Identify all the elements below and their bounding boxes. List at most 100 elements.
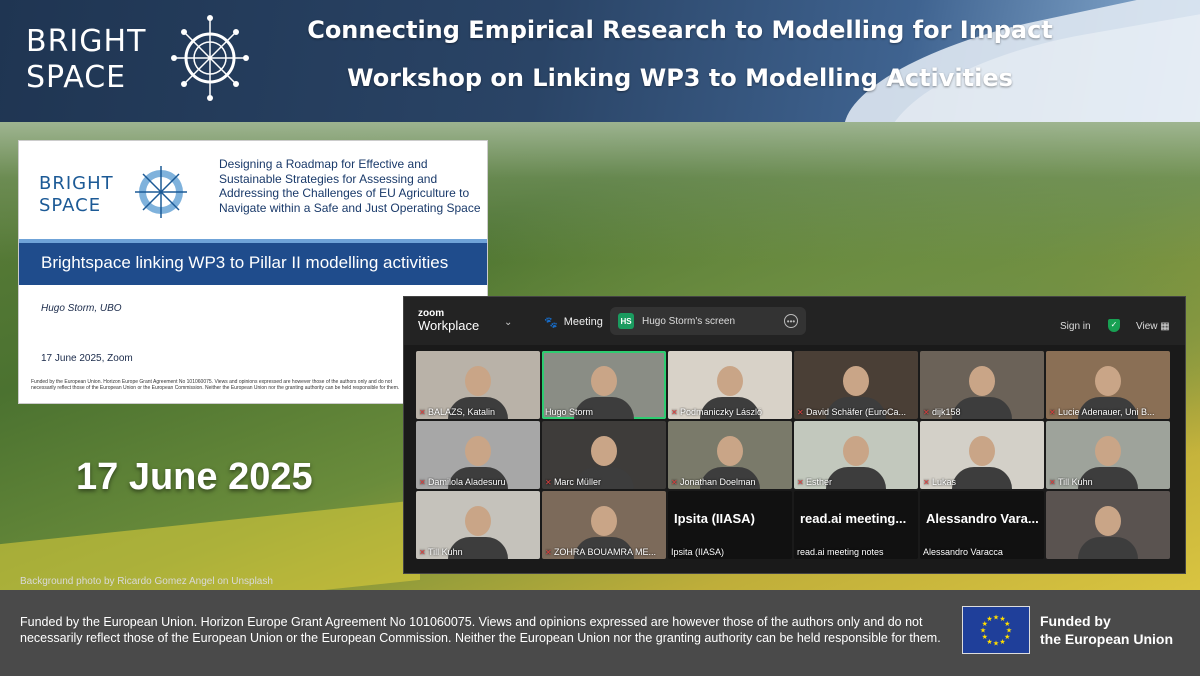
participant-tile[interactable]: Marc Müller: [542, 421, 666, 489]
participant-video: [843, 435, 869, 466]
brightspace-logo: BRIGHT SPACE: [26, 24, 146, 96]
participant-video: [1095, 505, 1121, 536]
participant-name: Hugo Storm: [545, 407, 594, 417]
compass-logo-icon: [171, 15, 249, 101]
view-button-label: View: [1136, 321, 1158, 332]
header-banner: BRIGHT SPACE Connecting Empirical Resear…: [0, 0, 1200, 122]
participant-video: [969, 365, 995, 396]
slide-logo: BRIGHT SPACE: [39, 173, 114, 217]
participant-tile[interactable]: Till Kuhn: [416, 491, 540, 559]
slide-logo-line2: SPACE: [39, 195, 102, 216]
chevron-down-icon[interactable]: ⌄: [504, 317, 512, 328]
eu-stars-icon: ★ ★★★★★★★★★★★: [980, 614, 1012, 648]
participant-video: [465, 505, 491, 536]
sign-in-link[interactable]: Sign in: [1060, 321, 1091, 332]
shared-screen-label: Hugo Storm's screen: [642, 315, 736, 327]
paw-icon: 🐾: [544, 316, 558, 329]
eu-star-icon: ★: [999, 638, 1005, 646]
participant-tile[interactable]: Alessandro Vara... Alessandro Varacca: [920, 491, 1044, 559]
participant-tile[interactable]: read.ai meeting... read.ai meeting notes: [794, 491, 918, 559]
slide-title-band: Brightspace linking WP3 to Pillar II mod…: [19, 239, 487, 285]
participant-display-name: Alessandro Vara...: [926, 511, 1039, 526]
eu-badge-label: Funded by the European Union: [1040, 612, 1173, 648]
view-button[interactable]: View ▦: [1136, 321, 1170, 332]
more-options-icon[interactable]: •••: [784, 314, 798, 328]
participant-display-name: read.ai meeting...: [800, 511, 907, 526]
zoom-brand: zoom Workplace: [418, 308, 479, 332]
participant-grid: BALAZS, Katalin Hugo Storm Podmaniczky Lás…: [416, 351, 1174, 559]
participant-tile[interactable]: Ipsita (IIASA) Ipsita (IIASA): [668, 491, 792, 559]
participant-name: Ipsita (IIASA): [671, 547, 725, 557]
participant-tile[interactable]: BALAZS, Katalin: [416, 351, 540, 419]
participant-video: [465, 365, 491, 396]
meeting-tab[interactable]: 🐾 Meeting: [538, 311, 609, 333]
participant-tile[interactable]: Damilola Aladesuru: [416, 421, 540, 489]
participant-video: [717, 435, 743, 466]
compass-logo-icon: [135, 166, 187, 218]
photo-credit: Background photo by Ricardo Gomez Angel …: [20, 576, 273, 587]
eu-funding-badge: ★ ★ ★ ★ ★ ★ ★ ★ ★ ★ ★ ★ Funded by the European Unio…: [962, 606, 1184, 654]
participant-video: [843, 365, 869, 396]
participant-video: [591, 505, 617, 536]
participant-video: [591, 365, 617, 396]
banner-title: Connecting Empirical Research to Modelli…: [307, 16, 1053, 44]
participant-name: Jonathan Doelman: [671, 477, 789, 487]
screen-badge: HS: [618, 313, 634, 329]
participant-tile[interactable]: Hugo Storm: [542, 351, 666, 419]
banner-subtitle: Workshop on Linking WP3 to Modelling Act…: [347, 64, 1013, 92]
meeting-tab-label: Meeting: [563, 316, 603, 328]
eu-badge-line1: Funded by: [1040, 613, 1111, 629]
participant-tile[interactable]: Till Kuhn: [1046, 421, 1170, 489]
participant-tile[interactable]: David Schäfer (EuroCa...: [794, 351, 918, 419]
participant-name: Alessandro Varacca: [923, 547, 1003, 557]
participant-tile[interactable]: Lukas: [920, 421, 1044, 489]
eu-star-icon: ★: [993, 640, 999, 648]
participant-name: BALAZS, Katalin: [419, 407, 537, 417]
eu-flag-icon: ★ ★ ★ ★ ★ ★ ★ ★ ★ ★ ★ ★: [962, 606, 1030, 654]
zoom-brand-bottom: Workplace: [418, 318, 480, 333]
participant-name: David Schäfer (EuroCa...: [797, 407, 915, 417]
slide-heading: Designing a Roadmap for Effective and Su…: [219, 157, 481, 215]
logo-line1: BRIGHT: [26, 24, 147, 59]
participant-tile[interactable]: [1046, 491, 1170, 559]
funding-disclaimer: Funded by the European Union. Horizon Eu…: [20, 615, 941, 645]
participant-video: [1078, 537, 1138, 559]
participant-video: [1095, 365, 1121, 396]
participant-name: Marc Müller: [545, 477, 663, 487]
slide-author: Hugo Storm, UBO: [41, 303, 122, 314]
participant-video: [969, 435, 995, 466]
eu-star-icon: ★: [986, 615, 992, 623]
participant-tile[interactable]: ZOHRA BOUAMRA ME...: [542, 491, 666, 559]
eu-badge-line2: the European Union: [1040, 631, 1173, 647]
participant-tile[interactable]: Esther: [794, 421, 918, 489]
shared-screen-tab[interactable]: HS Hugo Storm's screen •••: [610, 307, 806, 335]
zoom-window: zoom Workplace ⌄ 🐾 Meeting HS Hugo Storm…: [403, 296, 1186, 574]
participant-video: [717, 365, 743, 396]
security-shield-icon[interactable]: ✓: [1108, 319, 1120, 332]
participant-name: Esther: [797, 477, 915, 487]
participant-name: Till Kuhn: [1049, 477, 1167, 487]
participant-name: Lukas: [923, 477, 1041, 487]
zoom-toolbar: zoom Workplace ⌄ 🐾 Meeting HS Hugo Storm…: [404, 297, 1185, 345]
participant-tile[interactable]: Jonathan Doelman: [668, 421, 792, 489]
participant-name: Till Kuhn: [419, 547, 537, 557]
participant-display-name: Ipsita (IIASA): [674, 511, 755, 526]
participant-name: ZOHRA BOUAMRA ME...: [545, 547, 663, 557]
slide-footnote: Funded by the European Union. Horizon Eu…: [31, 379, 400, 391]
event-date: 17 June 2025: [76, 456, 313, 498]
slide-title: Brightspace linking WP3 to Pillar II mod…: [41, 253, 449, 272]
footer: Funded by the European Union. Horizon Eu…: [0, 590, 1200, 676]
participant-name: Damilola Aladesuru: [419, 477, 537, 487]
slide-date: 17 June 2025, Zoom: [41, 353, 133, 364]
participant-video: [465, 435, 491, 466]
eu-star-icon: ★: [993, 614, 999, 622]
participant-tile[interactable]: Lucie Adenauer, Uni B...: [1046, 351, 1170, 419]
participant-name: read.ai meeting notes: [797, 547, 884, 557]
participant-tile[interactable]: Podmaniczky László: [668, 351, 792, 419]
participant-name: Podmaniczky László: [671, 407, 789, 417]
participant-tile[interactable]: dijk158: [920, 351, 1044, 419]
participant-name: dijk158: [923, 407, 1041, 417]
participant-video: [1095, 435, 1121, 466]
slide-logo-line1: BRIGHT: [39, 173, 114, 194]
participant-name: Lucie Adenauer, Uni B...: [1049, 407, 1167, 417]
